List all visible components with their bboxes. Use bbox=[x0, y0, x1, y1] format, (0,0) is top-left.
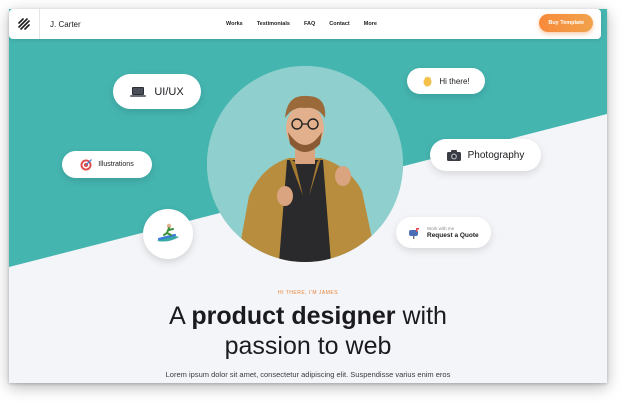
chip-uiux: UI/UX bbox=[113, 74, 201, 109]
chip-photography-label: Photography bbox=[467, 149, 525, 161]
profile-portrait bbox=[207, 66, 403, 262]
hero-eyebrow: HI THERE, I'M JAMES bbox=[277, 290, 339, 296]
target-icon bbox=[80, 158, 93, 171]
buy-template-button[interactable]: Buy Template bbox=[539, 14, 593, 32]
hero-description: Lorem ipsum dolor sit amet, consectetur … bbox=[165, 370, 451, 379]
portrait-illustration bbox=[207, 66, 403, 262]
request-quote-caption: Work with me bbox=[427, 226, 455, 231]
main-nav: Works Testimonials FAQ Contact More bbox=[226, 9, 377, 39]
nav-link-more[interactable]: More bbox=[364, 21, 377, 27]
mailbox-icon bbox=[408, 227, 420, 239]
camera-icon bbox=[446, 149, 461, 161]
headline-line-2: passion to web bbox=[224, 332, 392, 360]
headline-suffix: with bbox=[395, 302, 447, 330]
request-quote-label: Request a Quote bbox=[427, 232, 479, 239]
logo-mark-icon bbox=[18, 18, 30, 30]
chip-photography: Photography bbox=[430, 139, 541, 171]
logo[interactable] bbox=[9, 9, 40, 39]
headline-emphasis: product designer bbox=[191, 302, 396, 330]
request-quote-text: Work with me Request a Quote bbox=[427, 226, 479, 239]
top-navbar: J. Carter Works Testimonials FAQ Contact… bbox=[9, 9, 601, 39]
nav-link-contact[interactable]: Contact bbox=[329, 21, 349, 27]
surfer-icon bbox=[157, 223, 179, 242]
nav-link-testimonials[interactable]: Testimonials bbox=[257, 21, 290, 27]
chip-illustrations: Illustrations bbox=[62, 151, 152, 178]
nav-link-faq[interactable]: FAQ bbox=[304, 21, 315, 27]
chip-uiux-label: UI/UX bbox=[154, 85, 184, 98]
chip-hi-there: Hi there! bbox=[407, 68, 485, 94]
brand-name[interactable]: J. Carter bbox=[50, 20, 81, 29]
browser-frame: J. Carter Works Testimonials FAQ Contact… bbox=[9, 9, 607, 383]
wave-hand-icon bbox=[422, 76, 433, 87]
nav-link-works[interactable]: Works bbox=[226, 21, 243, 27]
hero-headline: A product designer with passion to web bbox=[9, 301, 607, 361]
headline-prefix: A bbox=[169, 302, 192, 330]
chip-hi-there-label: Hi there! bbox=[439, 76, 470, 86]
surfer-badge bbox=[143, 209, 193, 259]
request-quote-card[interactable]: Work with me Request a Quote bbox=[396, 217, 491, 248]
laptop-icon bbox=[130, 86, 147, 98]
chip-illustrations-label: Illustrations bbox=[98, 161, 134, 168]
